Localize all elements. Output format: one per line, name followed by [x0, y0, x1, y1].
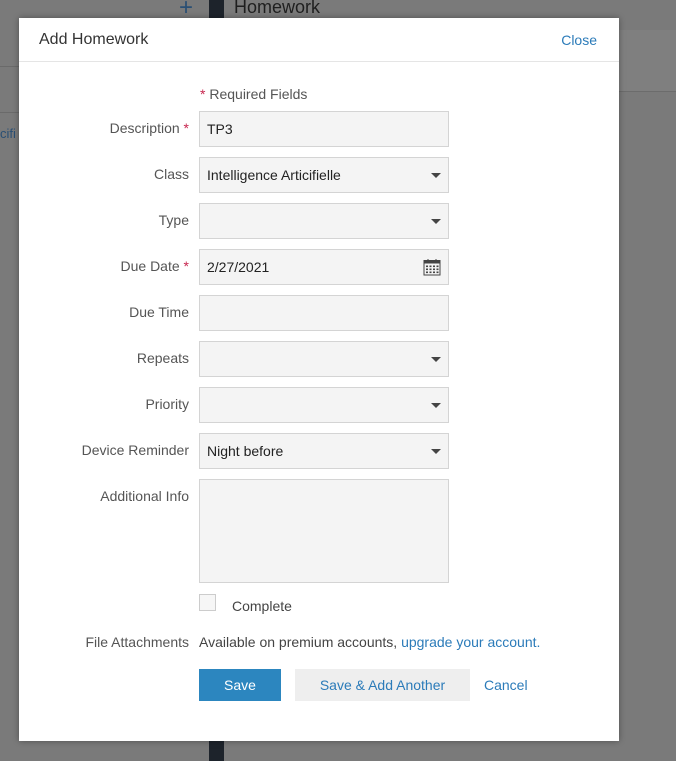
- add-homework-dialog: Add Homework Close * Required Fields Des…: [19, 18, 619, 741]
- save-button[interactable]: Save: [199, 669, 281, 701]
- due-date-label: Due Date *: [121, 258, 190, 274]
- class-select-value: Intelligence Articifielle: [207, 167, 341, 183]
- additional-info-label: Additional Info: [100, 488, 189, 504]
- due-time-input[interactable]: [199, 295, 449, 331]
- chevron-down-icon: [431, 219, 441, 224]
- device-reminder-label: Device Reminder: [81, 442, 189, 458]
- due-time-row: Due Time: [19, 295, 619, 331]
- description-row: Description * TP3: [19, 111, 619, 147]
- premium-notice: Available on premium accounts,: [199, 634, 402, 650]
- due-date-row: Due Date * 2/27/2021: [19, 249, 619, 285]
- device-reminder-select[interactable]: Night before: [199, 433, 449, 469]
- due-date-input[interactable]: 2/27/2021: [199, 249, 449, 285]
- required-star: *: [183, 258, 189, 274]
- description-input[interactable]: TP3: [199, 111, 449, 147]
- required-star: *: [200, 86, 206, 102]
- save-and-add-another-button[interactable]: Save & Add Another: [295, 669, 470, 701]
- required-fields-label: Required Fields: [209, 86, 308, 102]
- background-divider-line: [0, 112, 20, 113]
- priority-select[interactable]: [199, 387, 449, 423]
- background-panel: [618, 30, 676, 92]
- due-date-value: 2/27/2021: [207, 259, 270, 275]
- chevron-down-icon: [431, 403, 441, 408]
- additional-info-textarea[interactable]: [199, 479, 449, 583]
- chevron-down-icon: [431, 173, 441, 178]
- class-select[interactable]: Intelligence Articifielle: [199, 157, 449, 193]
- type-row: Type: [19, 203, 619, 239]
- upgrade-link-suffix: .: [536, 634, 541, 650]
- repeats-select[interactable]: [199, 341, 449, 377]
- priority-label: Priority: [145, 396, 189, 412]
- file-attachments-text: Available on premium accounts, upgrade y…: [199, 634, 540, 650]
- class-row: Class Intelligence Articifielle: [19, 157, 619, 193]
- background-divider-line: [0, 66, 20, 67]
- device-reminder-value: Night before: [207, 443, 284, 459]
- background-side-text: cifi: [0, 126, 16, 141]
- background-page-title: Homework: [234, 0, 321, 17]
- required-fields-note: * Required Fields: [200, 86, 307, 102]
- type-select[interactable]: [199, 203, 449, 239]
- file-attachments-label: File Attachments: [85, 634, 190, 650]
- class-label: Class: [153, 166, 189, 182]
- repeats-row: Repeats: [19, 341, 619, 377]
- description-label-text: Description: [109, 120, 180, 136]
- required-star: *: [183, 120, 189, 136]
- chevron-down-icon: [431, 357, 441, 362]
- due-date-label-text: Due Date: [120, 258, 180, 274]
- device-reminder-row: Device Reminder Night before: [19, 433, 619, 469]
- chevron-down-icon: [431, 449, 441, 454]
- description-label: Description *: [110, 120, 189, 136]
- type-label: Type: [158, 212, 189, 228]
- dialog-title: Add Homework: [39, 31, 149, 48]
- close-button[interactable]: Close: [561, 32, 597, 48]
- dialog-header: Add Homework Close: [19, 18, 619, 62]
- upgrade-account-link[interactable]: upgrade your account: [401, 634, 536, 650]
- due-time-label: Due Time: [129, 304, 189, 320]
- priority-row: Priority: [19, 387, 619, 423]
- repeats-label: Repeats: [136, 350, 189, 366]
- cancel-button[interactable]: Cancel: [484, 677, 528, 693]
- calendar-icon[interactable]: [423, 258, 441, 276]
- complete-label: Complete: [232, 598, 292, 614]
- complete-checkbox[interactable]: [199, 594, 216, 611]
